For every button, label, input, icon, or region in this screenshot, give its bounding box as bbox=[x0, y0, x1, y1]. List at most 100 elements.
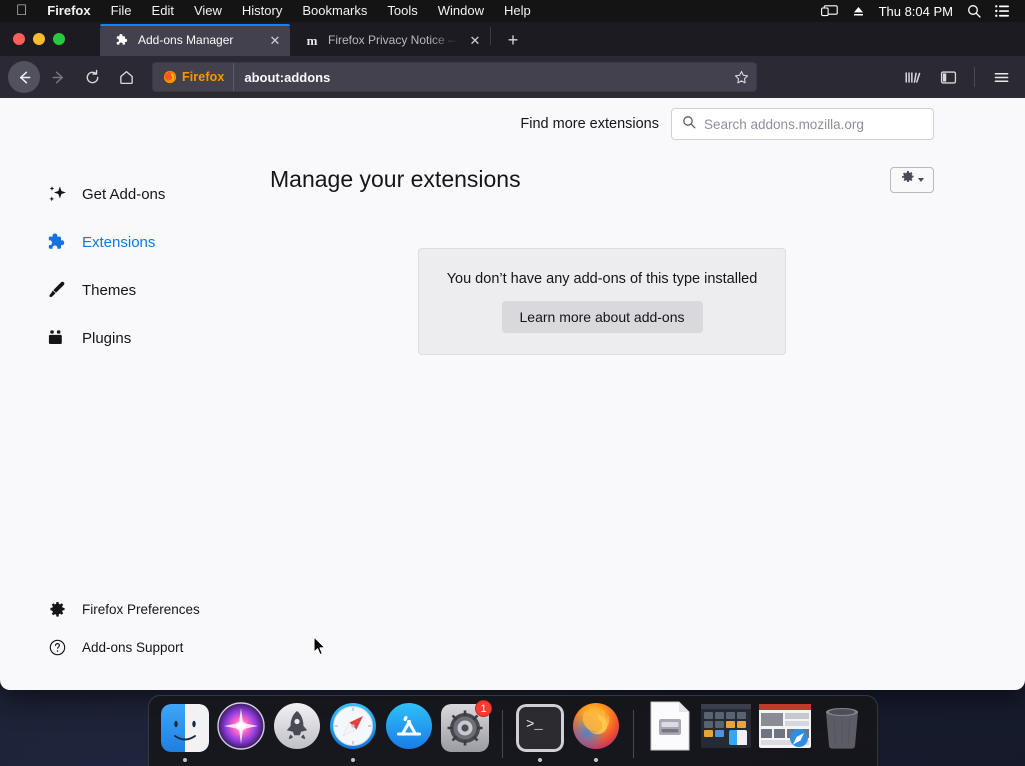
home-button[interactable] bbox=[110, 61, 142, 93]
tab-addons-manager[interactable]: Add-ons Manager ✕ bbox=[100, 24, 290, 56]
page-title: Manage your extensions bbox=[270, 166, 521, 192]
sidebar-item-extensions[interactable]: Extensions bbox=[46, 218, 230, 266]
tab-separator bbox=[490, 26, 491, 45]
apple-logo-icon[interactable]:  bbox=[8, 0, 37, 22]
addons-body: Get Add-ons Extensions Themes Plugins Fi… bbox=[0, 150, 1025, 690]
menu-bar-items:  Firefox File Edit View History Bookmar… bbox=[8, 0, 541, 22]
gear-icon bbox=[46, 598, 68, 620]
dock-item-window-thumbnail-1[interactable] bbox=[700, 702, 751, 754]
addons-sidebar: Get Add-ons Extensions Themes Plugins Fi… bbox=[0, 150, 230, 690]
find-more-extensions-label: Find more extensions bbox=[520, 116, 659, 132]
reload-button[interactable] bbox=[76, 61, 108, 93]
puzzle-piece-icon bbox=[46, 231, 68, 253]
learn-more-about-addons-button[interactable]: Learn more about add-ons bbox=[501, 300, 703, 333]
url-text[interactable]: about:addons bbox=[234, 70, 726, 85]
menu-item-file[interactable]: File bbox=[101, 0, 142, 22]
mozilla-m-icon: m bbox=[306, 32, 318, 48]
terminal-icon: >_ bbox=[515, 704, 564, 752]
back-button[interactable] bbox=[8, 61, 40, 93]
menu-item-bookmarks[interactable]: Bookmarks bbox=[292, 0, 377, 22]
dock-item-safari[interactable] bbox=[329, 702, 377, 762]
toolbar-separator bbox=[974, 67, 975, 87]
star-icon[interactable] bbox=[726, 62, 756, 92]
sidebar-icon[interactable] bbox=[932, 61, 964, 93]
menu-item-help[interactable]: Help bbox=[494, 0, 541, 22]
sidebar-item-label: Plugins bbox=[82, 329, 132, 347]
dock-separator bbox=[632, 710, 634, 758]
tab-strip: Add-ons Manager ✕ m Firefox Privacy Noti… bbox=[0, 22, 1025, 56]
menu-bar-clock[interactable]: Thu 8:04 PM bbox=[879, 4, 953, 19]
minimize-window-button[interactable] bbox=[33, 33, 45, 45]
running-indicator bbox=[351, 758, 355, 762]
menu-item-firefox[interactable]: Firefox bbox=[37, 0, 100, 22]
running-indicator bbox=[593, 758, 598, 762]
footer-item-label: Firefox Preferences bbox=[82, 601, 200, 617]
sidebar-item-label: Extensions bbox=[82, 233, 156, 251]
footer-item-addons-support[interactable]: Add-ons Support bbox=[46, 628, 230, 666]
screen-mirroring-icon[interactable] bbox=[820, 4, 838, 18]
dock-item-siri[interactable] bbox=[217, 701, 265, 755]
dock-separator bbox=[502, 710, 503, 758]
puzzle-piece-icon bbox=[114, 32, 130, 48]
dock-item-finder[interactable] bbox=[161, 702, 209, 762]
site-identity-badge[interactable]: Firefox bbox=[153, 63, 235, 91]
sidebar-item-plugins[interactable]: Plugins bbox=[46, 314, 230, 362]
forward-button[interactable] bbox=[42, 61, 74, 93]
menu-item-edit[interactable]: Edit bbox=[142, 0, 184, 22]
safari-icon bbox=[329, 702, 377, 755]
main-header: Manage your extensions bbox=[270, 166, 934, 193]
search-addons-input[interactable]: Search addons.mozilla.org bbox=[671, 108, 934, 140]
document-icon bbox=[648, 701, 692, 756]
close-tab-button[interactable]: ✕ bbox=[266, 31, 284, 49]
macos-menu-bar:  Firefox File Edit View History Bookmar… bbox=[0, 0, 1025, 22]
sidebar-item-themes[interactable]: Themes bbox=[46, 266, 230, 314]
dock-item-launchpad[interactable] bbox=[273, 702, 321, 754]
menu-item-view[interactable]: View bbox=[184, 0, 232, 22]
window-thumbnail-icon bbox=[758, 703, 811, 753]
svg-text:>_: >_ bbox=[526, 717, 543, 733]
finder-icon bbox=[161, 704, 209, 752]
sparkle-icon bbox=[46, 183, 68, 205]
dock-item-trash[interactable] bbox=[819, 702, 865, 754]
addons-manager-page: Find more extensions Search addons.mozil… bbox=[0, 98, 1025, 690]
sidebar-footer: Firefox Preferences Add-ons Support bbox=[46, 590, 230, 690]
plugin-icon bbox=[46, 327, 68, 349]
window-controls bbox=[0, 22, 100, 56]
footer-item-firefox-preferences[interactable]: Firefox Preferences bbox=[46, 590, 230, 628]
library-icon[interactable] bbox=[896, 61, 928, 93]
extension-options-button[interactable] bbox=[890, 166, 934, 193]
dock-item-system-preferences[interactable]: 1 bbox=[441, 700, 492, 754]
maximize-window-button[interactable] bbox=[53, 33, 65, 45]
dock-item-document[interactable] bbox=[647, 701, 693, 756]
control-center-icon[interactable] bbox=[995, 5, 1009, 17]
hamburger-menu-icon[interactable] bbox=[985, 61, 1017, 93]
sidebar-item-label: Themes bbox=[82, 281, 137, 299]
menu-bar-status-area: Thu 8:04 PM bbox=[820, 4, 1017, 19]
dock-item-window-thumbnail-2[interactable] bbox=[758, 702, 811, 754]
spotlight-search-icon[interactable] bbox=[967, 4, 981, 18]
tab-firefox-privacy-notice[interactable]: m Firefox Privacy Notice — Mozilla ✕ bbox=[290, 24, 490, 56]
close-tab-button[interactable]: ✕ bbox=[466, 31, 484, 49]
dock-item-app-store[interactable] bbox=[385, 702, 433, 754]
menu-item-window[interactable]: Window bbox=[428, 0, 494, 22]
toolbar-right-buttons bbox=[896, 61, 1017, 93]
running-indicator bbox=[183, 758, 187, 762]
eject-icon[interactable] bbox=[852, 5, 865, 18]
dock-item-terminal[interactable]: >_ bbox=[515, 702, 564, 762]
dock-item-firefox[interactable] bbox=[572, 702, 620, 762]
search-placeholder: Search addons.mozilla.org bbox=[704, 116, 864, 132]
sidebar-item-get-addons[interactable]: Get Add-ons bbox=[46, 170, 230, 218]
siri-icon bbox=[217, 701, 265, 755]
search-icon bbox=[682, 115, 696, 134]
menu-item-tools[interactable]: Tools bbox=[377, 0, 427, 22]
new-tab-button[interactable]: + bbox=[497, 24, 529, 56]
tab-title: Firefox Privacy Notice — Mozilla bbox=[328, 33, 458, 47]
sidebar-item-label: Get Add-ons bbox=[82, 185, 166, 203]
close-window-button[interactable] bbox=[13, 33, 25, 45]
url-bar[interactable]: Firefox about:addons bbox=[152, 62, 757, 92]
menu-item-history[interactable]: History bbox=[232, 0, 292, 22]
empty-state-card: You don’t have any add-ons of this type … bbox=[418, 248, 786, 355]
app-store-icon bbox=[385, 702, 433, 755]
launchpad-icon bbox=[273, 702, 321, 755]
gear-icon bbox=[901, 170, 915, 189]
